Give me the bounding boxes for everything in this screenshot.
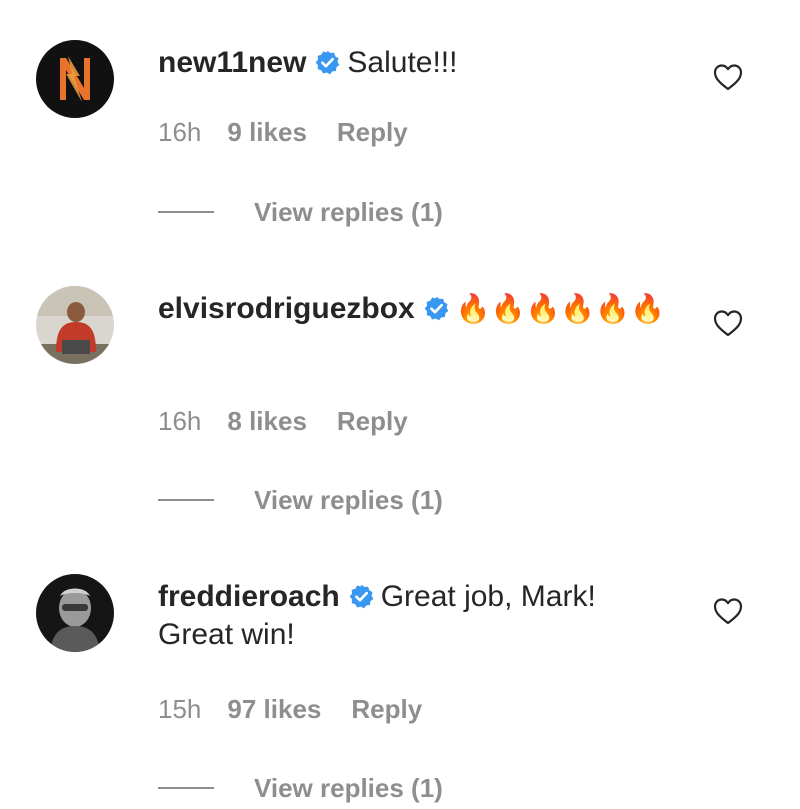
view-replies-button[interactable]: View replies (1) bbox=[158, 485, 443, 515]
view-replies-label: View replies (1) bbox=[254, 773, 443, 803]
heart-outline-icon[interactable] bbox=[712, 62, 744, 92]
likes-count[interactable]: 8 likes bbox=[227, 406, 307, 436]
comment-meta: 16h 9 likes Reply bbox=[158, 117, 408, 147]
comment-time: 16h bbox=[158, 117, 202, 147]
avatar-new11new[interactable] bbox=[36, 40, 114, 118]
comment-text: 🔥🔥🔥🔥🔥🔥 bbox=[455, 292, 665, 325]
comment-text: Salute!!! bbox=[347, 46, 458, 79]
verified-badge-icon bbox=[314, 49, 341, 76]
username[interactable]: elvisrodriguezbox bbox=[158, 292, 415, 325]
reply-button[interactable]: Reply bbox=[337, 406, 408, 436]
heart-outline-icon[interactable] bbox=[712, 596, 744, 626]
verified-badge-icon bbox=[423, 295, 450, 322]
verified-badge-icon bbox=[348, 583, 375, 610]
divider-line bbox=[158, 787, 214, 789]
heart-outline-icon[interactable] bbox=[712, 308, 744, 338]
view-replies-button[interactable]: View replies (1) bbox=[158, 773, 443, 803]
avatar-logo-image bbox=[36, 40, 114, 118]
view-replies-label: View replies (1) bbox=[254, 197, 443, 227]
divider-line bbox=[158, 211, 214, 213]
divider-line bbox=[158, 499, 214, 501]
comment-text-block: freddieroach Great job, Mark! Great win! bbox=[158, 578, 678, 654]
view-replies-button[interactable]: View replies (1) bbox=[158, 197, 443, 227]
comment-time: 16h bbox=[158, 406, 202, 436]
reply-button[interactable]: Reply bbox=[337, 117, 408, 147]
username[interactable]: freddieroach bbox=[158, 580, 340, 613]
avatar-photo-image bbox=[36, 286, 114, 364]
avatar-elvisrodriguezbox[interactable] bbox=[36, 286, 114, 364]
username[interactable]: new11new bbox=[158, 46, 306, 79]
comment-meta: 15h 97 likes Reply bbox=[158, 694, 422, 724]
likes-count[interactable]: 97 likes bbox=[227, 694, 321, 724]
likes-count[interactable]: 9 likes bbox=[227, 117, 307, 147]
view-replies-label: View replies (1) bbox=[254, 485, 443, 515]
comment-meta: 16h 8 likes Reply bbox=[158, 406, 408, 436]
avatar-photo-image bbox=[36, 574, 114, 652]
comment-time: 15h bbox=[158, 694, 202, 724]
avatar-freddieroach[interactable] bbox=[36, 574, 114, 652]
comment-text-block: new11new Salute!!! bbox=[158, 44, 678, 82]
reply-button[interactable]: Reply bbox=[351, 694, 422, 724]
comment-text-block: elvisrodriguezbox 🔥🔥🔥🔥🔥🔥 bbox=[158, 290, 678, 328]
